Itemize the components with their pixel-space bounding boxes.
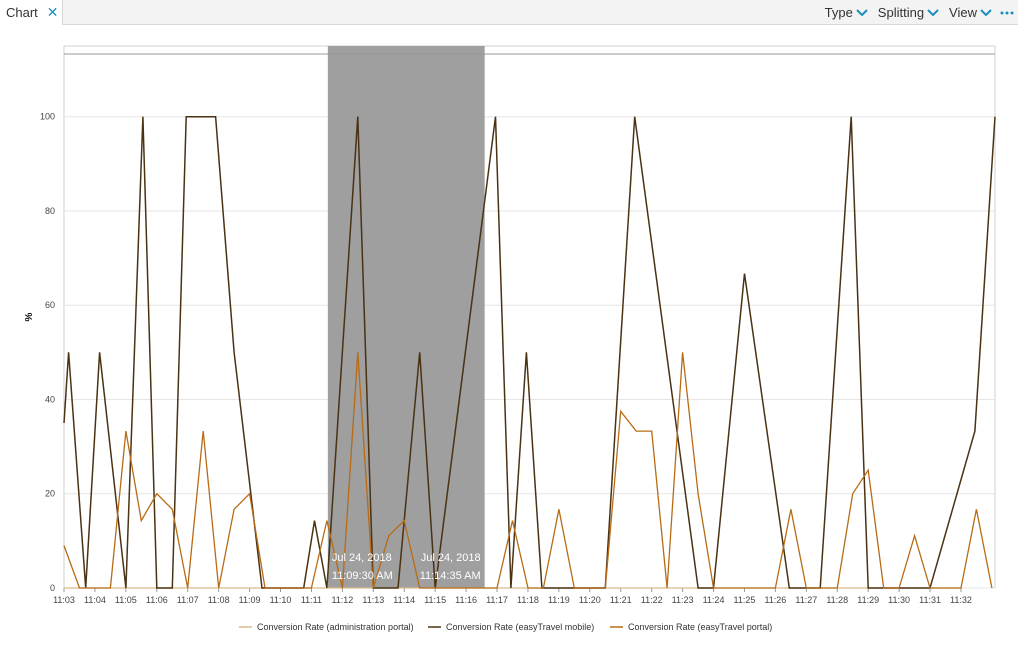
- x-tick-label: 11:20: [579, 595, 601, 605]
- x-tick-label: 11:05: [115, 595, 137, 605]
- x-tick-label: 11:28: [826, 595, 848, 605]
- chevron-down-icon: [927, 8, 939, 16]
- x-tick-label: 11:18: [517, 595, 539, 605]
- selection-start-date: Jul 24, 2018: [332, 552, 392, 564]
- x-tick-label: 11:15: [424, 595, 446, 605]
- y-tick-label: 40: [45, 394, 55, 404]
- more-options-icon[interactable]: [1000, 11, 1014, 15]
- y-tick-label: 20: [45, 489, 55, 499]
- tab-label: Chart: [6, 5, 38, 20]
- y-tick-label: 80: [45, 206, 55, 216]
- x-tick-label: 11:31: [919, 595, 941, 605]
- x-tick-label: 11:27: [795, 595, 817, 605]
- view-menu[interactable]: View: [949, 5, 992, 20]
- view-menu-label: View: [949, 5, 977, 20]
- x-tick-label: 11:16: [455, 595, 477, 605]
- x-tick-label: 11:26: [764, 595, 786, 605]
- x-tick-label: 11:10: [270, 595, 292, 605]
- line-chart[interactable]: 0 20 40 60 80 100% 11:03 11:04 11:05 11:06 11:07 11…: [0, 26, 1018, 646]
- x-tick-label: 11:29: [857, 595, 879, 605]
- x-tick-label: 11:21: [610, 595, 632, 605]
- x-tick-label: 11:19: [548, 595, 570, 605]
- plot-frame: [63, 45, 996, 589]
- x-tick-label: 11:04: [84, 595, 106, 605]
- x-tick-label: 11:08: [208, 595, 230, 605]
- x-tick-label: 11:25: [734, 595, 756, 605]
- x-tick-label: 11:32: [950, 595, 972, 605]
- type-menu-label: Type: [824, 5, 853, 20]
- selection-end-time: 11:14:35 AM: [420, 570, 481, 582]
- type-menu[interactable]: Type: [825, 5, 868, 20]
- legend-label: Conversion Rate (easyTravel mobile): [446, 622, 594, 632]
- splitting-menu-label: Splitting: [877, 5, 925, 20]
- y-tick-label: 0: [50, 583, 55, 593]
- x-tick-label: 11:24: [703, 595, 725, 605]
- x-tick-label: 11:03: [53, 595, 75, 605]
- y-tick-label: 60: [45, 300, 55, 310]
- x-tick-label: 11:11: [301, 595, 322, 605]
- toolbar: Chart ✕ Type Splitting View: [0, 0, 1018, 25]
- x-tick-label: 11:23: [672, 595, 694, 605]
- toolbar-menus: Type Splitting View: [815, 0, 1014, 25]
- close-icon[interactable]: ✕: [47, 4, 59, 21]
- legend-label: Conversion Rate (easyTravel portal): [628, 622, 772, 632]
- legend-label: Conversion Rate (administration portal): [257, 622, 414, 632]
- chevron-down-icon: [856, 8, 868, 16]
- y-axis-label: %: [24, 312, 35, 321]
- x-tick-label: 11:12: [331, 595, 353, 605]
- time-selection: [327, 46, 485, 588]
- selection-end-date: Jul 24, 2018: [421, 552, 481, 564]
- x-tick-label: 11:22: [641, 595, 663, 605]
- x-tick-label: 11:14: [393, 595, 415, 605]
- y-tick-label: 100: [40, 112, 55, 122]
- x-tick-label: 11:09: [239, 595, 261, 605]
- x-tick-label: 11:30: [888, 595, 910, 605]
- x-tick-label: 11:17: [486, 595, 508, 605]
- selection-start-time: 11:09:30 AM: [332, 570, 393, 582]
- chevron-down-icon: [980, 8, 992, 16]
- x-tick-label: 11:06: [146, 595, 168, 605]
- x-tick-label: 11:13: [362, 595, 384, 605]
- splitting-menu[interactable]: Splitting: [878, 5, 939, 20]
- x-tick-label: 11:07: [177, 595, 199, 605]
- tab-chart[interactable]: Chart ✕: [0, 0, 63, 25]
